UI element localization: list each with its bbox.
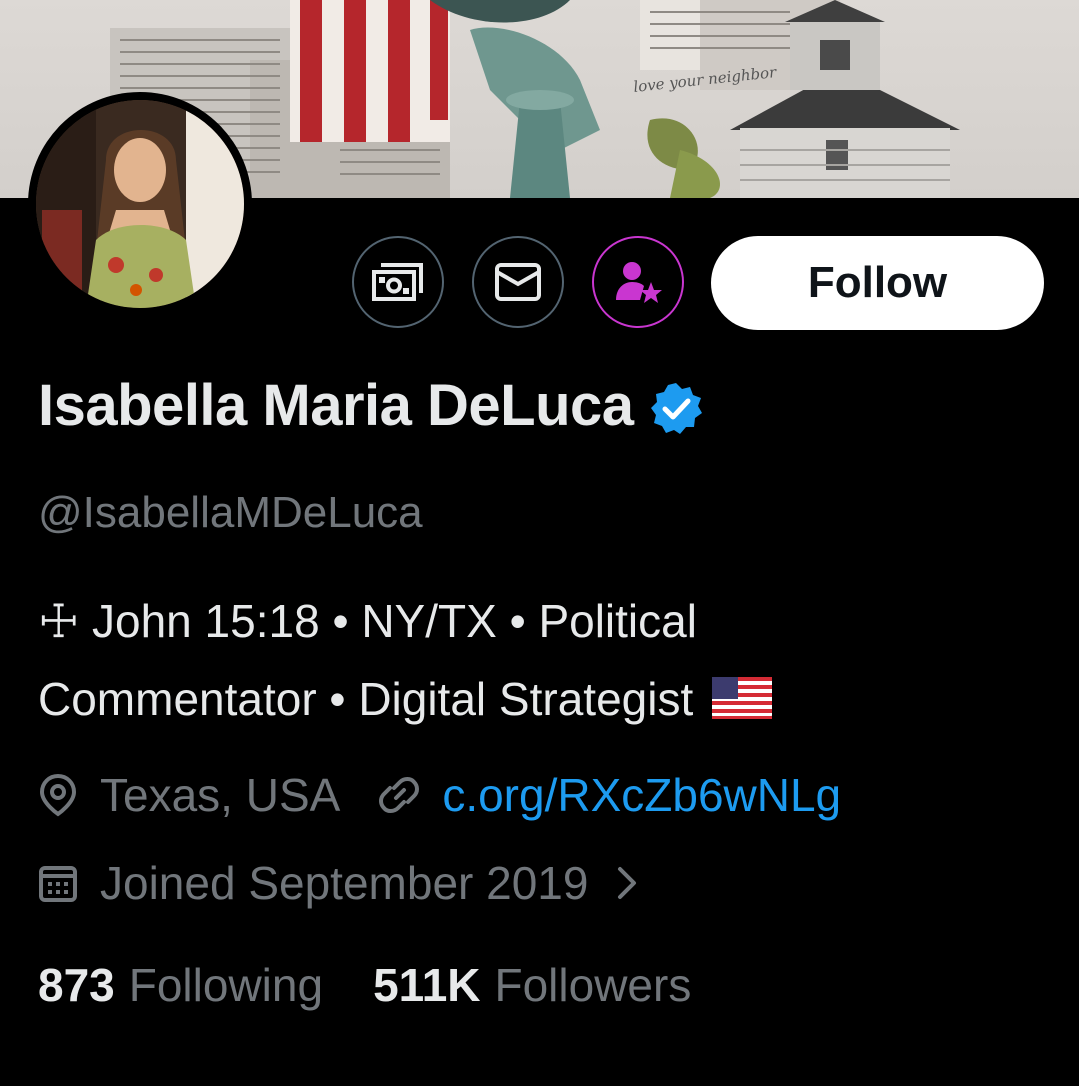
website: c.org/RXcZb6wNLg <box>378 768 841 822</box>
follow-button[interactable]: Follow <box>711 236 1044 330</box>
following-stat[interactable]: 873 Following <box>38 958 323 1012</box>
avatar[interactable] <box>28 92 252 316</box>
profile-meta: Texas, USA c.org/RXcZb6wNLg <box>38 768 841 822</box>
follow-stats: 873 Following 511K Followers <box>38 958 691 1012</box>
subscribe-icon <box>616 262 662 303</box>
following-label: Following <box>128 959 324 1011</box>
message-button[interactable] <box>472 236 564 328</box>
avatar-photo <box>36 100 244 308</box>
calendar-icon <box>39 866 77 902</box>
location-text: Texas, USA <box>100 769 341 821</box>
location: Texas, USA <box>38 768 340 822</box>
followers-label: Followers <box>494 959 692 1011</box>
location-icon <box>39 773 77 817</box>
bio-line-2-row: Commentator • Digital Strategist <box>38 660 1038 738</box>
display-name: Isabella Maria DeLuca <box>38 373 634 438</box>
handle: @IsabellaMDeLuca <box>38 488 423 537</box>
name-row: Isabella Maria DeLuca <box>38 372 704 439</box>
subscribe-button[interactable] <box>592 236 684 328</box>
website-link[interactable]: c.org/RXcZb6wNLg <box>442 768 841 822</box>
following-count: 873 <box>38 959 115 1011</box>
tip-icon <box>372 263 423 301</box>
us-flag-emoji <box>712 677 773 719</box>
tip-button[interactable] <box>352 236 444 328</box>
followers-stat[interactable]: 511K Followers <box>373 958 691 1012</box>
followers-count: 511K <box>373 959 481 1011</box>
bio-line-2: Commentator • Digital Strategist <box>38 673 694 725</box>
chevron-right-icon <box>618 867 637 899</box>
bio: ☩ John 15:18 • NY/TX • Political Comment… <box>38 582 1038 738</box>
verified-badge-icon[interactable] <box>648 381 704 437</box>
mail-icon <box>495 263 541 301</box>
joined-text: Joined September 2019 <box>100 857 589 909</box>
link-icon <box>379 777 420 813</box>
joined-row[interactable]: Joined September 2019 <box>38 856 638 910</box>
bio-line-1: ☩ John 15:18 • NY/TX • Political <box>38 595 697 647</box>
